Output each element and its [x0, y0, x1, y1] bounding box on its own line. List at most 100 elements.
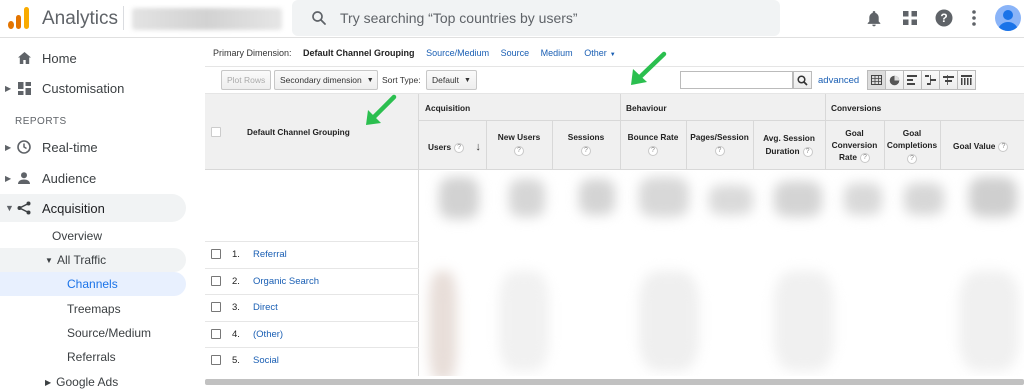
annotation-arrow-icon [366, 94, 397, 125]
help-icon[interactable]: ? [581, 146, 591, 156]
primary-dimension-source-medium[interactable]: Source/Medium [426, 48, 489, 58]
group-header-behaviour: Behaviour [626, 103, 667, 113]
row-checkbox[interactable] [211, 276, 221, 286]
avg-session-header-line1: Avg. Session [763, 133, 815, 143]
sidebar-label-customisation: Customisation [42, 80, 125, 96]
goal-conv-header-line2: Conversion [831, 140, 878, 150]
column-header-goal-value[interactable]: Goal Value? [953, 141, 1009, 152]
column-header-bounce-rate[interactable]: Bounce Rate ? [620, 132, 686, 156]
sidebar-item-overview[interactable]: Overview [52, 224, 102, 248]
table-row[interactable]: 1. Referral [205, 241, 419, 268]
sidebar-item-google-ads[interactable]: ▶ Google Ads [45, 370, 118, 389]
help-icon[interactable]: ? [907, 153, 917, 164]
row-checkbox[interactable] [211, 302, 221, 312]
sidebar-item-customisation[interactable]: ▶ Customisation [0, 74, 186, 102]
plot-rows-button[interactable]: Plot Rows [221, 70, 272, 90]
secondary-dimension-label: Secondary dimension [280, 75, 362, 85]
help-icon[interactable]: ? [514, 146, 524, 156]
goal-comp-header-line2: Completions [886, 140, 938, 150]
help-icon[interactable]: ? [714, 146, 725, 156]
bell-icon[interactable] [864, 8, 884, 28]
sidebar-item-channels[interactable]: Channels [0, 272, 186, 296]
table-row[interactable]: 5. Social [205, 347, 419, 374]
select-all-checkbox[interactable] [211, 127, 221, 137]
sidebar-label-overview: Overview [52, 229, 103, 243]
column-header-users[interactable]: Users? ↓ [428, 141, 481, 153]
table-filter-input[interactable] [680, 71, 793, 89]
group-header-acquisition: Acquisition [425, 103, 471, 113]
account-avatar[interactable] [995, 5, 1021, 31]
row-channel-link[interactable]: Social [253, 355, 279, 366]
column-header-sessions[interactable]: Sessions ? [552, 132, 620, 156]
sidebar-item-home[interactable]: Home [0, 44, 186, 72]
column-header-avg-session-duration[interactable]: Avg. Session Duration? [753, 132, 825, 158]
column-divider [940, 121, 941, 170]
more-vert-icon[interactable] [964, 8, 984, 28]
column-header-goal-conversion-rate[interactable]: Goal Conversion Rate? [825, 127, 884, 163]
blurred-metrics-area [419, 171, 1024, 376]
comparison-view-icon[interactable] [921, 70, 940, 90]
pivot-view-icon[interactable] [957, 70, 976, 90]
sidebar-item-source-medium[interactable]: Source/Medium [67, 321, 151, 345]
table-header: Default Channel Grouping Acquisition Beh… [205, 94, 1024, 170]
help-icon[interactable]: ? [648, 146, 658, 156]
row-channel-link[interactable]: Organic Search [253, 276, 319, 287]
table-view-icon[interactable] [867, 70, 886, 90]
app-title: Analytics [42, 8, 119, 29]
pie-view-icon[interactable] [885, 70, 904, 90]
table-toolbar: Plot Rows Secondary dimension ▼ Sort Typ… [205, 66, 1024, 94]
performance-view-icon[interactable] [903, 70, 922, 90]
table-row[interactable]: 4. (Other) [205, 321, 419, 348]
help-icon[interactable]: ? [802, 146, 813, 157]
bounce-rate-header-label: Bounce Rate [627, 132, 679, 142]
row-number: 2. [232, 276, 240, 287]
primary-dimension-medium[interactable]: Medium [541, 48, 573, 58]
row-channel-link[interactable]: (Other) [253, 329, 283, 340]
home-icon [16, 50, 32, 66]
term-cloud-view-icon[interactable] [939, 70, 958, 90]
caret-right-icon: ▶ [5, 83, 12, 93]
column-header-new-users[interactable]: New Users ? [486, 132, 552, 156]
row-checkbox[interactable] [211, 355, 221, 365]
row-channel-link[interactable]: Direct [253, 302, 278, 313]
sidebar-item-treemaps[interactable]: Treemaps [67, 297, 121, 321]
sidebar-item-audience[interactable]: ▶ Audience [0, 164, 186, 192]
column-header-goal-completions[interactable]: Goal Completions ? [884, 127, 940, 164]
horizontal-scrollbar[interactable] [205, 379, 1024, 385]
sidebar-item-acquisition[interactable]: ▼ Acquisition [0, 194, 186, 222]
search-bar[interactable] [292, 0, 780, 36]
column-header-pages-session[interactable]: Pages/Session ? [686, 132, 753, 156]
secondary-dimension-dropdown[interactable]: Secondary dimension ▼ [274, 70, 378, 90]
help-icon[interactable]: ? [998, 141, 1009, 152]
sidebar-item-realtime[interactable]: ▶ Real-time [0, 133, 186, 161]
primary-dimension-other[interactable]: Other ▼ [584, 48, 615, 58]
sidebar-item-referrals[interactable]: Referrals [67, 345, 116, 369]
account-selector-blurred[interactable] [132, 8, 282, 30]
help-icon[interactable]: ? [934, 8, 954, 28]
advanced-filter-link[interactable]: advanced [818, 75, 859, 86]
filter-search-button[interactable] [793, 71, 812, 89]
table-row[interactable]: 3. Direct [205, 294, 419, 321]
row-number: 4. [232, 329, 240, 340]
sidebar-item-all-traffic[interactable]: ▼ All Traffic [0, 248, 186, 272]
reports-section-label: REPORTS [15, 116, 67, 127]
avg-session-header-line2: Duration [765, 146, 800, 156]
row-checkbox[interactable] [211, 329, 221, 339]
primary-dimension-source[interactable]: Source [501, 48, 530, 58]
sort-type-dropdown[interactable]: Default ▼ [426, 70, 477, 90]
svg-text:?: ? [940, 11, 947, 25]
analytics-logo-icon[interactable] [8, 7, 30, 29]
table-row[interactable]: 2. Organic Search [205, 268, 419, 295]
search-input[interactable] [340, 7, 760, 29]
row-checkbox[interactable] [211, 249, 221, 259]
sidebar-label-all-traffic: All Traffic [57, 253, 107, 267]
sort-type-value: Default [432, 75, 459, 85]
apps-grid-icon[interactable] [900, 8, 920, 28]
column-header-channel-grouping[interactable]: Default Channel Grouping [247, 127, 350, 137]
sort-desc-arrow-icon[interactable]: ↓ [475, 141, 481, 153]
sessions-header-label: Sessions [567, 132, 605, 142]
help-icon[interactable]: ? [859, 152, 870, 163]
top-bar: Analytics ? [0, 0, 1024, 38]
help-icon[interactable]: ? [454, 142, 465, 153]
row-channel-link[interactable]: Referral [253, 249, 287, 260]
